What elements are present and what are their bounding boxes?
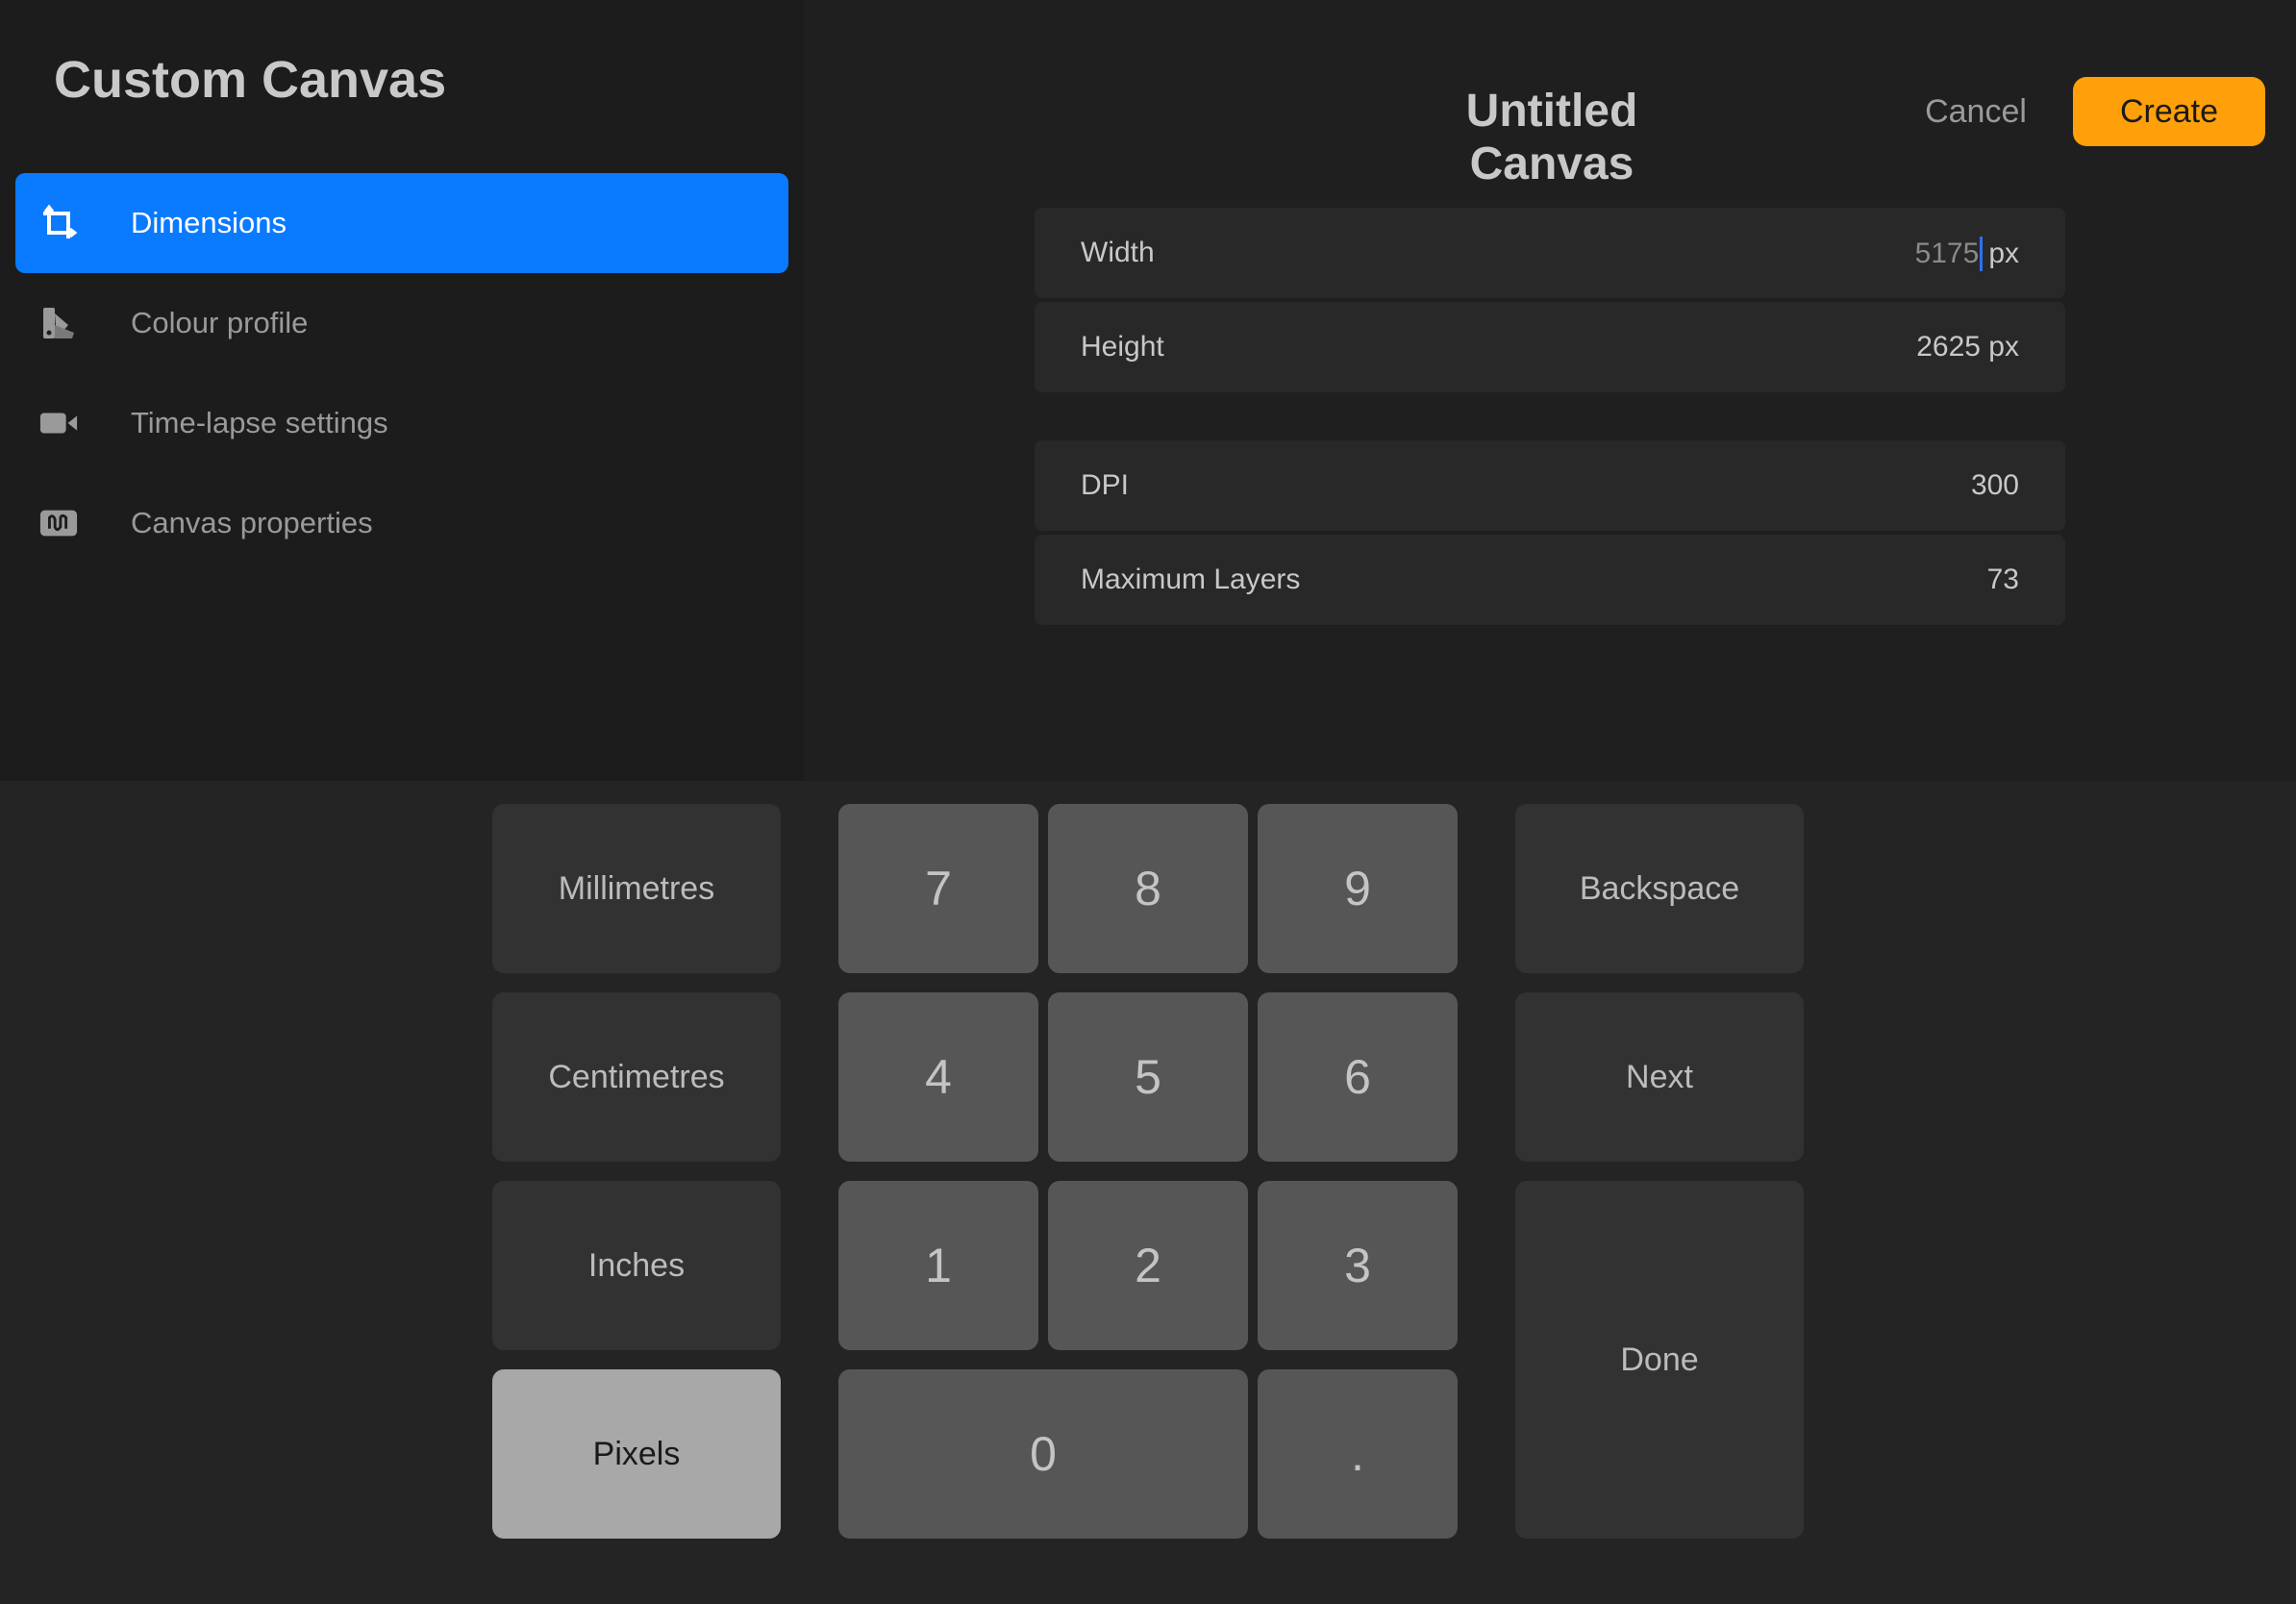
width-value[interactable]: 5175px — [1915, 237, 2019, 271]
video-camera-icon — [38, 404, 79, 442]
canvas-settings-panel: Custom Canvas Dimensions Colour profile … — [0, 0, 2296, 781]
max-layers-label: Maximum Layers — [1081, 564, 1300, 596]
sidebar-item-dimensions[interactable]: Dimensions — [15, 173, 788, 273]
digit-key-3[interactable]: 3 — [1258, 1181, 1458, 1350]
digit-key-8[interactable]: 8 — [1048, 804, 1248, 973]
height-value[interactable]: 2625 px — [1916, 331, 2019, 363]
dpi-value[interactable]: 300 — [1971, 469, 2019, 502]
width-label: Width — [1081, 237, 1155, 269]
digit-key-1[interactable]: 1 — [838, 1181, 1038, 1350]
decimal-point-key[interactable]: . — [1258, 1369, 1458, 1539]
sidebar-item-canvas-properties[interactable]: Canvas properties — [15, 473, 788, 573]
width-input-text: 5175 — [1915, 238, 1980, 270]
text-cursor — [1980, 237, 1983, 271]
digit-key-9[interactable]: 9 — [1258, 804, 1458, 973]
sidebar-item-label: Dimensions — [131, 206, 287, 240]
colour-swatch-icon — [38, 304, 79, 342]
width-field[interactable]: Width 5175px — [1035, 208, 2065, 298]
waveform-icon — [38, 504, 79, 542]
digit-key-0[interactable]: 0 — [838, 1369, 1248, 1539]
done-key[interactable]: Done — [1515, 1181, 1804, 1539]
dpi-field[interactable]: DPI 300 — [1035, 440, 2065, 531]
sidebar-item-label: Canvas properties — [131, 506, 373, 540]
sidebar-title: Custom Canvas — [54, 50, 446, 110]
height-field[interactable]: Height 2625 px — [1035, 302, 2065, 392]
dpi-label: DPI — [1081, 469, 1129, 502]
unit-key-inches[interactable]: Inches — [492, 1181, 781, 1350]
unit-key-millimetres[interactable]: Millimetres — [492, 804, 781, 973]
sidebar-item-colour-profile[interactable]: Colour profile — [15, 273, 788, 373]
digit-key-6[interactable]: 6 — [1258, 992, 1458, 1162]
canvas-title[interactable]: Untitled Canvas — [1379, 85, 1725, 190]
create-button[interactable]: Create — [2073, 77, 2265, 146]
max-layers-value: 73 — [1987, 564, 2019, 596]
height-label: Height — [1081, 331, 1164, 363]
sidebar-nav: Dimensions Colour profile Time-lapse set… — [15, 173, 788, 573]
cancel-button[interactable]: Cancel — [1913, 77, 2038, 146]
backspace-key[interactable]: Backspace — [1515, 804, 1804, 973]
digit-key-7[interactable]: 7 — [838, 804, 1038, 973]
sidebar-item-time-lapse[interactable]: Time-lapse settings — [15, 373, 788, 473]
max-layers-field[interactable]: Maximum Layers 73 — [1035, 535, 2065, 625]
sidebar-item-label: Colour profile — [131, 306, 308, 340]
digit-key-2[interactable]: 2 — [1048, 1181, 1248, 1350]
sidebar: Custom Canvas Dimensions Colour profile … — [0, 0, 804, 781]
digit-key-5[interactable]: 5 — [1048, 992, 1248, 1162]
digit-key-4[interactable]: 4 — [838, 992, 1038, 1162]
numeric-keypad: Millimetres Centimetres Inches Pixels 7 … — [0, 781, 2296, 1604]
next-key[interactable]: Next — [1515, 992, 1804, 1162]
sidebar-item-label: Time-lapse settings — [131, 406, 388, 440]
unit-key-centimetres[interactable]: Centimetres — [492, 992, 781, 1162]
width-unit: px — [1988, 238, 2019, 270]
crop-icon — [38, 204, 79, 242]
unit-key-pixels[interactable]: Pixels — [492, 1369, 781, 1539]
